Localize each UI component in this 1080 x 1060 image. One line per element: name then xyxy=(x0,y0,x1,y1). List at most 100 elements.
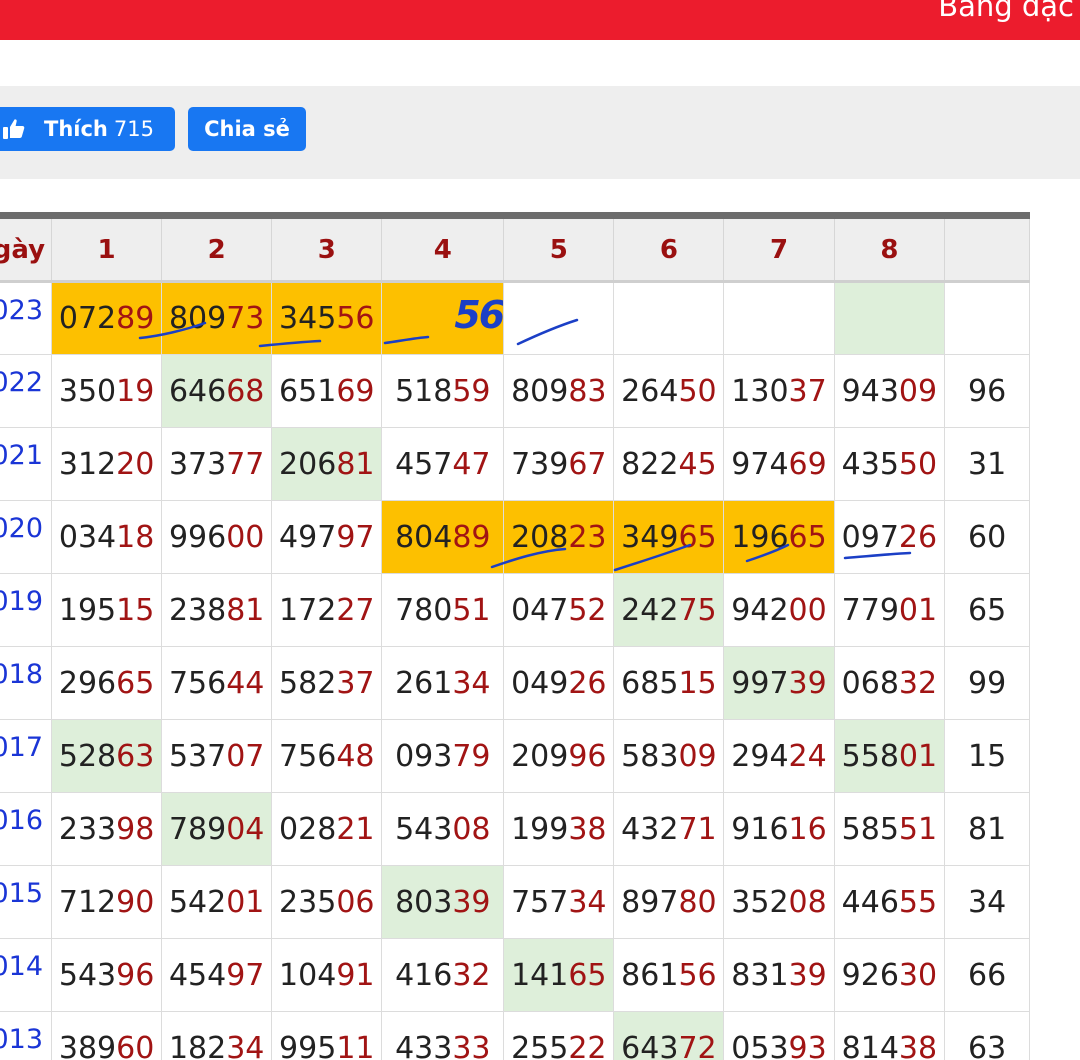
result-last-two-digits: 69 xyxy=(336,373,375,409)
column-header-7: 7 xyxy=(723,212,835,283)
result-prefix: 99 xyxy=(968,665,1007,701)
share-button[interactable]: Chia sẻ xyxy=(188,107,306,151)
result-prefix: 757 xyxy=(511,884,569,920)
result-last-two-digits: 00 xyxy=(788,592,827,628)
result-cell: 34 xyxy=(944,865,1030,939)
result-cell: 07289 xyxy=(51,281,163,355)
result-last-two-digits: 09 xyxy=(678,738,717,774)
column-header-8: 8 xyxy=(833,212,946,283)
result-cell: 45497 xyxy=(161,938,273,1012)
result-cell: 73967 xyxy=(503,427,615,501)
result-last-two-digits: 65 xyxy=(116,665,155,701)
result-prefix: 585 xyxy=(841,811,899,847)
result-cell xyxy=(944,281,1030,355)
result-prefix: 543 xyxy=(58,957,117,993)
result-prefix: 997 xyxy=(731,665,789,701)
result-cell: 54308 xyxy=(381,792,505,866)
result-last-two-digits: 96 xyxy=(568,738,607,774)
result-cell: 99511 xyxy=(271,1011,383,1060)
table-row: 2016233987890402821543081993843271916165… xyxy=(0,792,1030,866)
result-cell: 71290 xyxy=(51,865,163,939)
result-prefix: 373 xyxy=(168,446,227,482)
result-cell: 94200 xyxy=(723,573,835,647)
result-cell: 43550 xyxy=(833,427,946,501)
table-row: 2018296657564458237261340492668515997390… xyxy=(0,646,1030,720)
year-label: 2013 xyxy=(0,1011,53,1060)
result-cell: 20823 xyxy=(503,500,615,574)
result-cell: 13037 xyxy=(723,354,835,428)
result-prefix: 789 xyxy=(168,811,227,847)
result-prefix: 974 xyxy=(731,446,789,482)
result-prefix: 96 xyxy=(968,373,1007,409)
result-cell: 82245 xyxy=(613,427,725,501)
result-last-two-digits: 75 xyxy=(678,592,717,628)
result-last-two-digits: 19 xyxy=(116,373,155,409)
result-prefix: 518 xyxy=(395,373,453,409)
result-last-two-digits: 06 xyxy=(336,884,375,920)
result-cell: 80973 xyxy=(161,281,273,355)
result-prefix: 093 xyxy=(395,738,453,774)
result-prefix: 047 xyxy=(511,592,569,628)
result-cell: 80983 xyxy=(503,354,615,428)
result-prefix: 264 xyxy=(621,373,679,409)
result-prefix: 206 xyxy=(279,446,337,482)
year-label: 2023 xyxy=(0,281,53,355)
results-table: Ngày12345678 202307289809733455656202235… xyxy=(0,212,1030,1060)
result-cell: 65169 xyxy=(271,354,383,428)
result-cell: 65 xyxy=(944,573,1030,647)
result-prefix: 196 xyxy=(731,519,789,555)
result-cell: 43333 xyxy=(381,1011,505,1060)
year-label: 2019 xyxy=(0,573,53,647)
result-last-two-digits: 47 xyxy=(452,446,491,482)
result-last-two-digits: 27 xyxy=(336,592,375,628)
result-cell: 63 xyxy=(944,1011,1030,1060)
result-last-two-digits: 59 xyxy=(452,373,491,409)
result-prefix: 238 xyxy=(168,592,227,628)
result-cell: 26450 xyxy=(613,354,725,428)
result-prefix: 926 xyxy=(841,957,899,993)
result-cell xyxy=(613,281,725,355)
year-label: 2014 xyxy=(0,938,53,1012)
result-cell: 68515 xyxy=(613,646,725,720)
table-row: 2017528635370775648093792099658309294245… xyxy=(0,719,1030,793)
result-cell: 04752 xyxy=(503,573,615,647)
result-last-two-digits: 56 xyxy=(678,957,717,993)
result-cell: 18234 xyxy=(161,1011,273,1060)
result-prefix: 028 xyxy=(279,811,337,847)
result-prefix: 66 xyxy=(968,957,1007,993)
result-cell: 15 xyxy=(944,719,1030,793)
result-last-two-digits: 39 xyxy=(452,884,491,920)
result-prefix: 049 xyxy=(511,665,569,701)
result-prefix: 60 xyxy=(968,519,1007,555)
result-cell: 80339 xyxy=(381,865,505,939)
result-prefix: 457 xyxy=(395,446,453,482)
result-cell: 35208 xyxy=(723,865,835,939)
result-prefix: 528 xyxy=(58,738,117,774)
result-prefix: 712 xyxy=(58,884,117,920)
year-label: 2016 xyxy=(0,792,53,866)
result-prefix: 943 xyxy=(841,373,899,409)
column-header-3: 3 xyxy=(271,212,383,283)
result-prefix: 446 xyxy=(841,884,899,920)
year-label: 2015 xyxy=(0,865,53,939)
result-prefix: 199 xyxy=(511,811,569,847)
result-prefix: 432 xyxy=(621,811,679,847)
result-last-two-digits: 51 xyxy=(898,811,938,847)
result-last-two-digits: 33 xyxy=(452,1030,491,1060)
result-cell: 26134 xyxy=(381,646,505,720)
table-row: 2014543964549710491416321416586156831399… xyxy=(0,938,1030,1012)
result-last-two-digits: 39 xyxy=(788,957,827,993)
result-prefix: 255 xyxy=(511,1030,569,1060)
results-table-container[interactable]: Ngày12345678 202307289809733455656202235… xyxy=(0,212,1080,1060)
result-last-two-digits: 18 xyxy=(116,519,155,555)
result-prefix: 803 xyxy=(395,884,453,920)
result-cell: 80489 xyxy=(381,500,505,574)
result-last-two-digits: 69 xyxy=(788,446,827,482)
result-cell: 31220 xyxy=(51,427,163,501)
result-cell: 49797 xyxy=(271,500,383,574)
result-cell: 52863 xyxy=(51,719,163,793)
result-cell: 19665 xyxy=(723,500,835,574)
result-prefix: 542 xyxy=(168,884,227,920)
result-cell: 17227 xyxy=(271,573,383,647)
like-button[interactable]: Thích 715 xyxy=(0,107,175,151)
